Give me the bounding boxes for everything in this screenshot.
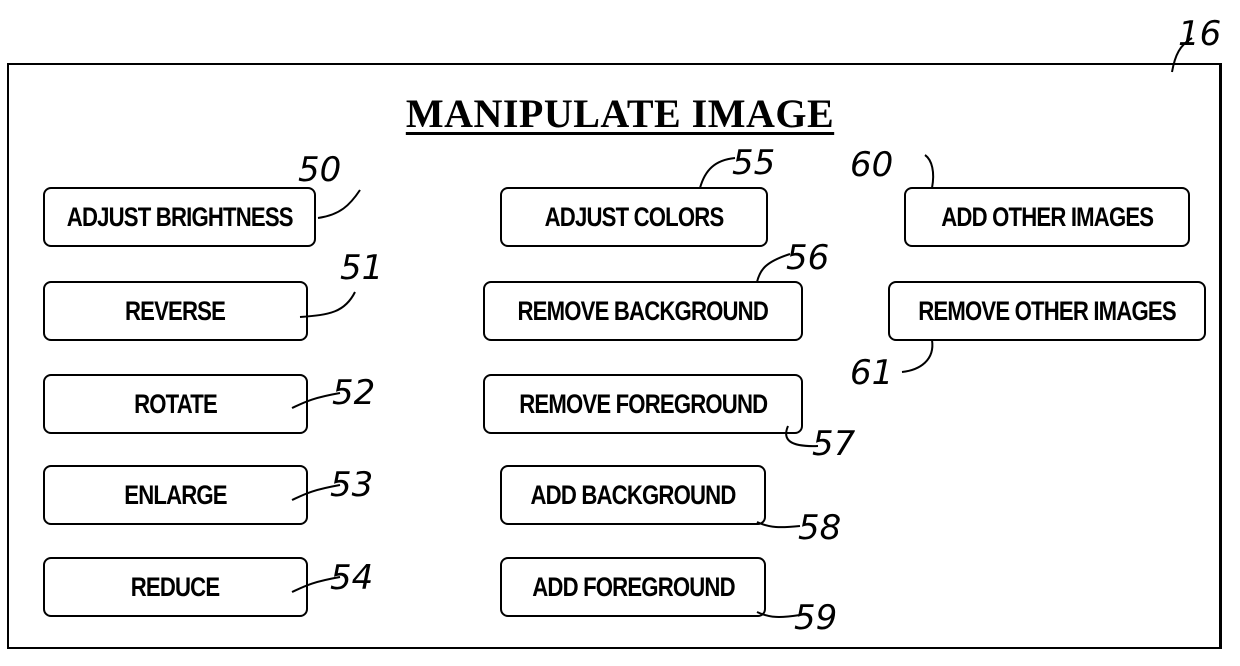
reverse-button[interactable]: REVERSE <box>43 281 308 341</box>
reference-numeral-56: 56 <box>786 238 830 278</box>
remove-other-images-button[interactable]: REMOVE OTHER IMAGES <box>888 281 1206 341</box>
reference-numeral-55: 55 <box>732 143 776 183</box>
reference-numeral-52: 52 <box>332 373 376 413</box>
reference-numeral-61: 61 <box>850 353 894 393</box>
reference-numeral-54: 54 <box>330 558 374 598</box>
figure-reference-label: 16 <box>1178 14 1222 54</box>
reference-numeral-57: 57 <box>812 424 856 464</box>
reference-numeral-58: 58 <box>798 508 842 548</box>
reference-numeral-51: 51 <box>340 248 384 288</box>
reference-numeral-59: 59 <box>794 598 838 638</box>
add-other-images-button[interactable]: ADD OTHER IMAGES <box>904 187 1190 247</box>
reference-numeral-60: 60 <box>850 145 894 185</box>
enlarge-button[interactable]: ENLARGE <box>43 465 308 525</box>
add-background-button[interactable]: ADD BACKGROUND <box>500 465 766 525</box>
rotate-button[interactable]: ROTATE <box>43 374 308 434</box>
page-title: MANIPULATE IMAGE <box>405 91 835 136</box>
add-foreground-button[interactable]: ADD FOREGROUND <box>500 557 766 617</box>
remove-background-button[interactable]: REMOVE BACKGROUND <box>483 281 803 341</box>
reference-numeral-53: 53 <box>330 465 374 505</box>
reduce-button[interactable]: REDUCE <box>43 557 308 617</box>
adjust-brightness-button[interactable]: ADJUST BRIGHTNESS <box>43 187 316 247</box>
reference-numeral-50: 50 <box>298 150 342 190</box>
adjust-colors-button[interactable]: ADJUST COLORS <box>500 187 768 247</box>
remove-foreground-button[interactable]: REMOVE FOREGROUND <box>483 374 803 434</box>
